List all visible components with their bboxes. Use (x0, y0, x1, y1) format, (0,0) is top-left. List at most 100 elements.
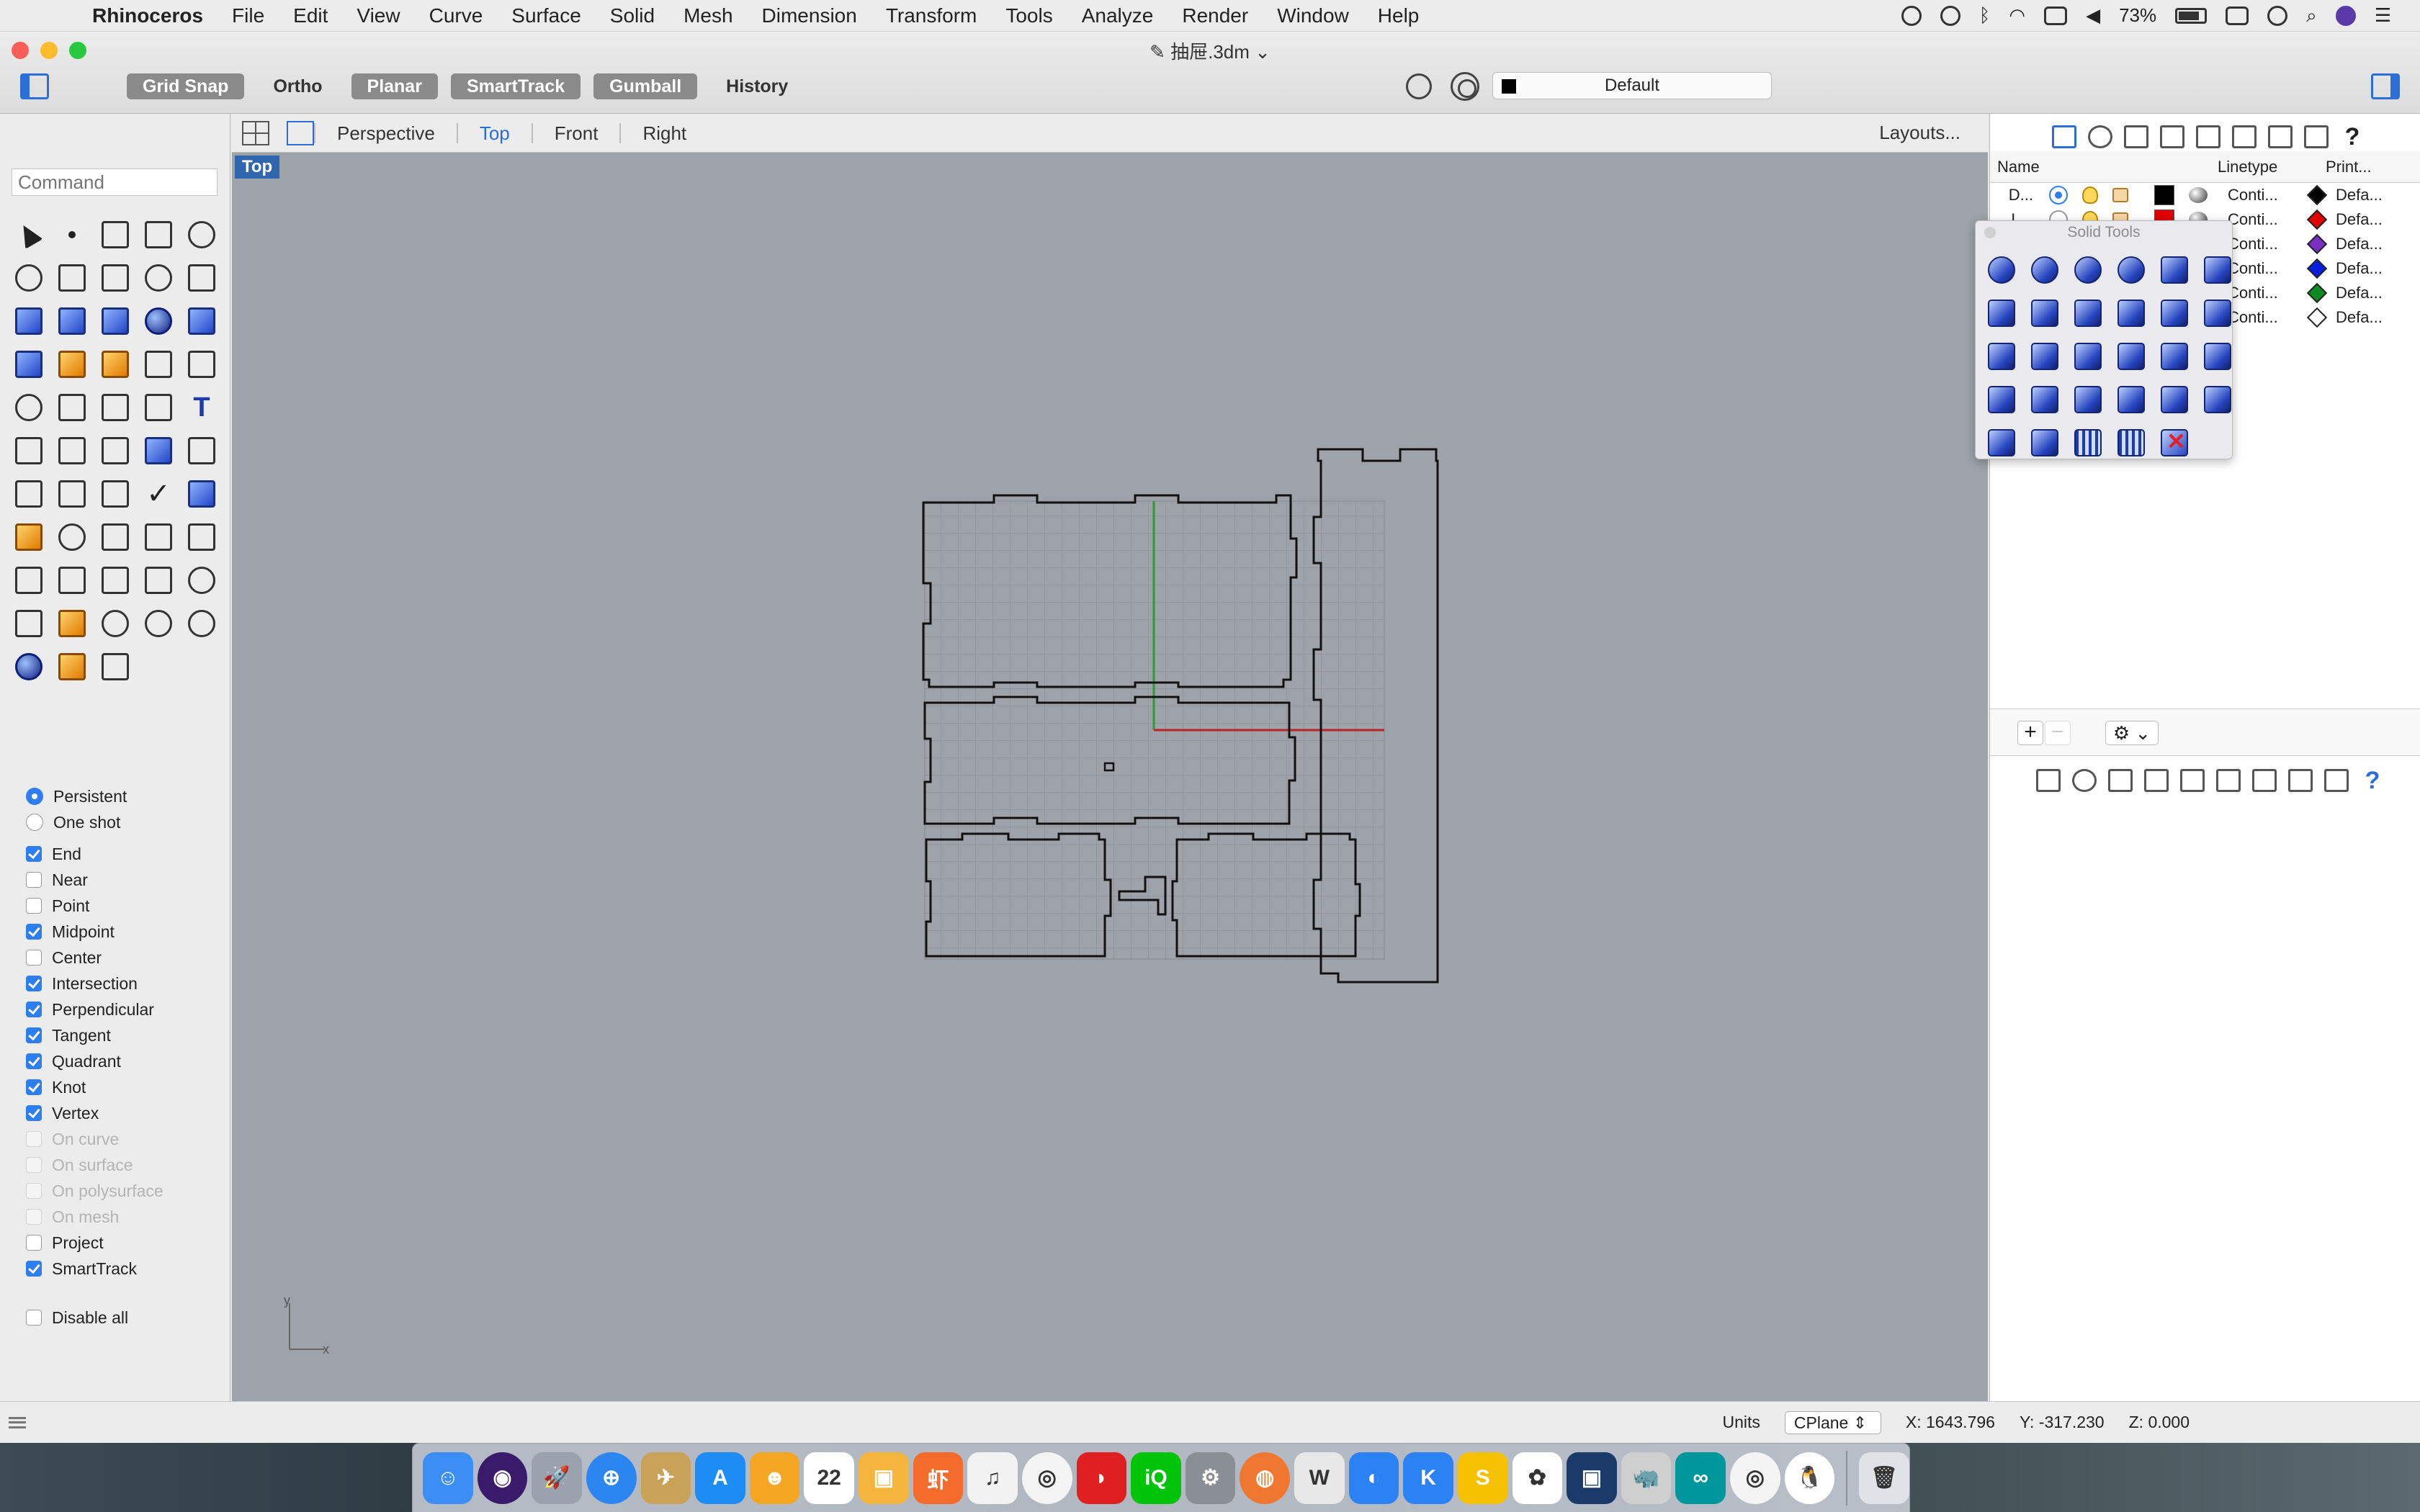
tool-polygon-button[interactable] (50, 256, 94, 300)
tool-trim-button[interactable] (137, 343, 180, 386)
notes-tab-icon[interactable] (2252, 769, 2277, 792)
osnap-end[interactable]: End (26, 841, 163, 867)
materials-tab-icon[interactable] (2088, 125, 2112, 148)
notification-bell-icon[interactable] (1901, 5, 1922, 26)
tool-group-button[interactable] (50, 386, 94, 429)
osnap-tangent[interactable]: Tangent (26, 1022, 163, 1048)
cplane-dropdown[interactable]: CPlane ⇕ (1784, 1410, 1881, 1434)
app-menu-rhinoceros[interactable]: Rhinoceros (78, 4, 218, 27)
tool-grid-array-button[interactable] (7, 472, 50, 516)
close-palette-button[interactable] (1984, 227, 1996, 238)
tool-zoom-button[interactable] (50, 516, 94, 559)
persistent-radio[interactable] (26, 788, 43, 805)
solid-tool-grid-points-1-button[interactable] (2066, 421, 2110, 464)
tab-front[interactable]: Front (531, 122, 620, 143)
tool-paint-button[interactable] (7, 516, 50, 559)
solid-tool-rib-button[interactable] (2023, 378, 2066, 421)
tool-polyline-button[interactable] (94, 213, 137, 256)
tangent-checkbox[interactable] (26, 1027, 42, 1043)
tool-mirror-button[interactable] (94, 429, 137, 472)
solid-tool-unroll-button[interactable] (2153, 378, 2196, 421)
near-checkbox[interactable] (26, 872, 42, 888)
toggle-right-sidebar-button[interactable] (2371, 73, 2400, 99)
menu-analyze[interactable]: Analyze (1067, 4, 1168, 27)
tool-polygon-2-button[interactable] (137, 256, 180, 300)
dock-chrome-2-icon[interactable]: ◎ (1730, 1452, 1780, 1504)
dock-wikipedia-icon[interactable]: W (1294, 1452, 1345, 1504)
grid-snap-toggle[interactable]: Grid Snap (127, 73, 245, 99)
remove-layer-button[interactable]: − (2045, 721, 2071, 745)
monitor-tab-icon[interactable] (2324, 769, 2349, 792)
history-toggle[interactable]: History (710, 73, 804, 99)
materials-tab-icon-2[interactable] (2072, 769, 2097, 792)
command-input[interactable] (12, 168, 218, 196)
spotlight-search-icon[interactable]: ⌕ (2306, 4, 2317, 27)
dock-system-preferences-icon[interactable]: ⚙ (1185, 1452, 1236, 1504)
tool-point-button[interactable] (50, 213, 94, 256)
layer-print-width[interactable]: Defa... (2336, 235, 2393, 253)
object-tab-icon[interactable] (2160, 125, 2184, 148)
tool-move-button[interactable] (7, 429, 50, 472)
tool-rectangle-button[interactable] (94, 256, 137, 300)
name-column-header[interactable]: Name (1990, 158, 2084, 176)
menu-tools[interactable]: Tools (991, 4, 1067, 27)
print-column-header[interactable]: Print... (2326, 158, 2390, 176)
osnap-quadrant[interactable]: Quadrant (26, 1048, 163, 1074)
lights-tab-icon[interactable] (2232, 125, 2257, 148)
document-tab-icon-2[interactable] (2108, 769, 2133, 792)
osnap-knot[interactable]: Knot (26, 1074, 163, 1100)
help-tab-icon-2[interactable]: ? (2360, 768, 2385, 793)
tool-ellipse-button[interactable] (7, 256, 50, 300)
tab-top[interactable]: Top (456, 122, 532, 143)
layer-print-width[interactable]: Defa... (2336, 284, 2393, 302)
siri-icon[interactable] (2335, 5, 2356, 26)
solid-tool-move-edge-button[interactable] (2066, 335, 2110, 378)
planar-toggle[interactable]: Planar (351, 73, 438, 99)
menu-mesh[interactable]: Mesh (669, 4, 747, 27)
solid-tool-delete-hole-button[interactable] (2153, 421, 2196, 464)
document-title[interactable]: ✎ 抽屉.3dm ⌄ (0, 37, 2420, 64)
tool-text-button[interactable]: T (180, 386, 223, 429)
tool-render-sphere-button[interactable] (7, 645, 50, 688)
solid-tool-solid-point-button[interactable] (2196, 378, 2239, 421)
input-method-icon[interactable] (2226, 6, 2249, 25)
menu-view[interactable]: View (342, 4, 414, 27)
tool-split-button[interactable] (180, 343, 223, 386)
tool-plane-surface-button[interactable] (7, 343, 50, 386)
solid-tool-move-face-to-button[interactable] (2153, 335, 2196, 378)
tool-cone-button[interactable] (50, 645, 94, 688)
cplane-target-icon[interactable] (1451, 72, 1479, 101)
print-color-diamond-icon[interactable] (2306, 184, 2328, 206)
tool-array-button[interactable] (50, 429, 94, 472)
center-checkbox[interactable] (26, 950, 42, 966)
osnap-midpoint[interactable]: Midpoint (26, 919, 163, 945)
display-tab-icon[interactable] (2304, 125, 2329, 148)
tool-zoom-window-button[interactable] (94, 516, 137, 559)
dock-netease-music-icon[interactable]: ◗ (1076, 1452, 1127, 1504)
menu-help[interactable]: Help (1363, 4, 1434, 27)
solid-tool-extrude-face-button[interactable] (1980, 292, 2023, 335)
menu-edit[interactable]: Edit (279, 4, 342, 27)
tool-fillet-button[interactable] (180, 256, 223, 300)
menu-window[interactable]: Window (1263, 4, 1363, 27)
tool-check-button[interactable]: ✓ (137, 472, 180, 516)
osnap-near[interactable]: Near (26, 867, 163, 893)
smarttrack-toggle[interactable]: SmartTrack (450, 73, 581, 99)
tab-perspective[interactable]: Perspective (314, 122, 457, 143)
dock-rhino-icon[interactable]: 🦏 (1621, 1452, 1672, 1504)
linetype-column-header[interactable]: Linetype (2218, 158, 2326, 176)
dock-trash-icon[interactable]: 🗑 (1859, 1452, 1909, 1504)
tool-gear-button[interactable] (50, 343, 94, 386)
dock-safari-icon[interactable]: ⊕ (586, 1452, 637, 1504)
current-layer-radio[interactable] (2049, 186, 2068, 204)
solid-tool-split-face-button[interactable] (2110, 335, 2153, 378)
layer-print-width[interactable]: Defa... (2336, 186, 2393, 204)
tool-cylinder-button[interactable] (180, 300, 223, 343)
solid-tool-shell-button[interactable] (2066, 378, 2110, 421)
print-color-diamond-icon[interactable] (2306, 282, 2328, 304)
dock-pages-icon[interactable]: ☻ (749, 1452, 800, 1504)
viewport-title-label[interactable]: Top (235, 156, 280, 179)
drawer-parts-drawing[interactable] (232, 153, 1988, 1401)
dock-keynote-icon[interactable]: K (1403, 1452, 1453, 1504)
osnap-toggle-icon[interactable] (1406, 73, 1432, 99)
